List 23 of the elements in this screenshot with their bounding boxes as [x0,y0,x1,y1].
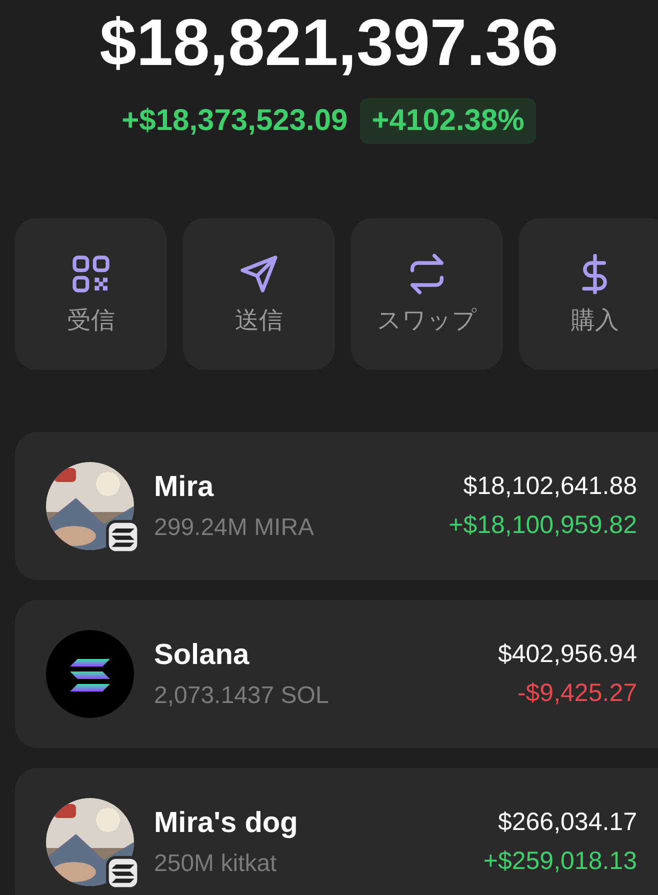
token-name: Mira [154,470,215,504]
balance-change-amount: +$18,373,523.09 [122,104,348,138]
token-change: -$9,425.27 [517,679,637,708]
token-value: $266,034.17 [498,808,637,837]
token-name: Mira's dog [154,806,299,840]
token-card[interactable]: Mira 299.24M MIRA $18,102,641.88 +$18,100,959.82 [15,432,658,580]
token-amount: 299.24M MIRA [154,514,316,542]
token-name: Solana [154,638,250,672]
token-amount: 2,073.1437 SOL [154,682,330,710]
solana-logo-icon [46,630,134,718]
token-change: +$259,018.13 [483,847,637,876]
token-amount: 250M kitkat [154,850,278,878]
action-button[interactable]: 送信 [183,218,335,370]
action-button[interactable]: 購入 [519,218,658,370]
token-change: +$18,100,959.82 [448,511,637,540]
action-button[interactable]: 受信 [15,218,167,370]
token-value: $402,956.94 [498,640,637,669]
total-balance: $18,821,397.36 [100,4,558,80]
token-card[interactable]: Solana 2,073.1437 SOL $402,956.94 -$9,425.27 [15,600,658,748]
action-button[interactable]: スワップ [351,218,503,370]
token-card[interactable]: Mira's dog 250M kitkat $266,034.17 +$259,018.13 [15,768,658,895]
token-value: $18,102,641.88 [463,472,637,501]
balance-change-percent: +4102.38% [360,98,536,144]
